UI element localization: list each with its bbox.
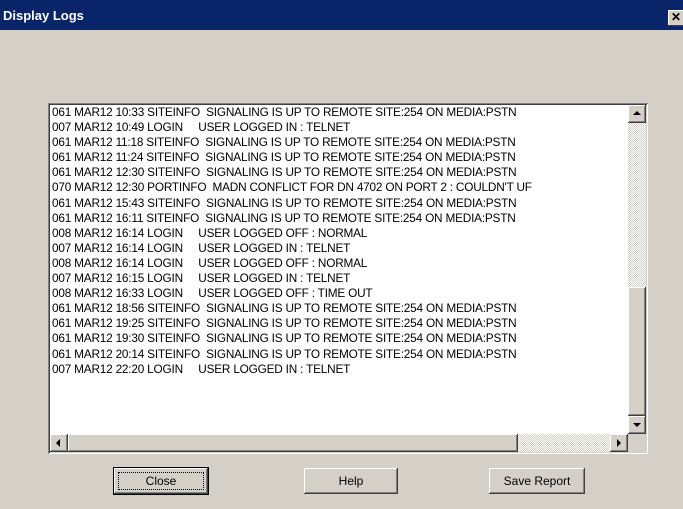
arrow-left-icon bbox=[56, 439, 60, 447]
log-line[interactable]: 061 MAR12 19:30 SITEINFO SIGNALING IS UP… bbox=[50, 331, 628, 346]
log-line[interactable]: 007 MAR12 22:20 LOGIN USER LOGGED IN : T… bbox=[50, 362, 628, 377]
arrow-down-icon bbox=[633, 423, 641, 427]
log-line[interactable]: 007 MAR12 16:14 LOGIN USER LOGGED IN : T… bbox=[50, 241, 628, 256]
vertical-scroll-thumb[interactable] bbox=[628, 287, 646, 416]
log-line[interactable]: 061 MAR12 18:56 SITEINFO SIGNALING IS UP… bbox=[50, 301, 628, 316]
title-bar: Display Logs ✕ bbox=[0, 0, 683, 30]
log-line[interactable]: 007 MAR12 10:49 LOGIN USER LOGGED IN : T… bbox=[50, 120, 628, 135]
log-line[interactable]: 008 MAR12 16:33 LOGIN USER LOGGED OFF : … bbox=[50, 286, 628, 301]
log-line[interactable]: 061 MAR12 11:24 SITEINFO SIGNALING IS UP… bbox=[50, 150, 628, 165]
scroll-down-button[interactable] bbox=[628, 416, 646, 434]
log-line[interactable]: 070 MAR12 12:30 PORTINFO MADN CONFLICT F… bbox=[50, 180, 628, 195]
log-line[interactable]: 061 MAR12 10:33 SITEINFO SIGNALING IS UP… bbox=[50, 105, 628, 120]
log-list: 061 MAR12 10:33 SITEINFO SIGNALING IS UP… bbox=[50, 105, 628, 434]
log-line[interactable]: 061 MAR12 12:30 SITEINFO SIGNALING IS UP… bbox=[50, 165, 628, 180]
log-listbox[interactable]: 061 MAR12 10:33 SITEINFO SIGNALING IS UP… bbox=[48, 103, 648, 454]
close-button[interactable]: Close bbox=[114, 468, 208, 494]
help-button-label: Help bbox=[338, 474, 364, 488]
horizontal-scrollbar[interactable] bbox=[50, 434, 628, 452]
arrow-up-icon bbox=[633, 111, 641, 115]
log-line[interactable]: 061 MAR12 16:11 SITEINFO SIGNALING IS UP… bbox=[50, 211, 628, 226]
horizontal-scroll-thumb[interactable] bbox=[68, 434, 518, 452]
help-button[interactable]: Help bbox=[304, 468, 398, 494]
log-line[interactable]: 061 MAR12 19:25 SITEINFO SIGNALING IS UP… bbox=[50, 316, 628, 331]
arrow-right-icon bbox=[617, 439, 621, 447]
close-icon[interactable]: ✕ bbox=[668, 10, 683, 26]
log-line[interactable]: 008 MAR12 16:14 LOGIN USER LOGGED OFF : … bbox=[50, 226, 628, 241]
close-button-label: Close bbox=[145, 474, 177, 488]
save-report-button-label: Save Report bbox=[503, 474, 571, 488]
scroll-up-button[interactable] bbox=[628, 105, 646, 123]
log-line[interactable]: 061 MAR12 20:14 SITEINFO SIGNALING IS UP… bbox=[50, 347, 628, 362]
log-line[interactable]: 061 MAR12 11:18 SITEINFO SIGNALING IS UP… bbox=[50, 135, 628, 150]
vertical-scrollbar[interactable] bbox=[628, 105, 646, 434]
log-line[interactable]: 007 MAR12 16:15 LOGIN USER LOGGED IN : T… bbox=[50, 271, 628, 286]
scroll-right-button[interactable] bbox=[610, 434, 628, 452]
log-line[interactable]: 061 MAR12 15:43 SITEINFO SIGNALING IS UP… bbox=[50, 196, 628, 211]
dialog-body: 061 MAR12 10:33 SITEINFO SIGNALING IS UP… bbox=[0, 30, 683, 509]
window-title: Display Logs bbox=[3, 8, 84, 23]
save-report-button[interactable]: Save Report bbox=[489, 468, 585, 494]
scroll-left-button[interactable] bbox=[50, 434, 68, 452]
scrollbar-corner bbox=[628, 434, 646, 452]
log-line[interactable]: 008 MAR12 16:14 LOGIN USER LOGGED OFF : … bbox=[50, 256, 628, 271]
